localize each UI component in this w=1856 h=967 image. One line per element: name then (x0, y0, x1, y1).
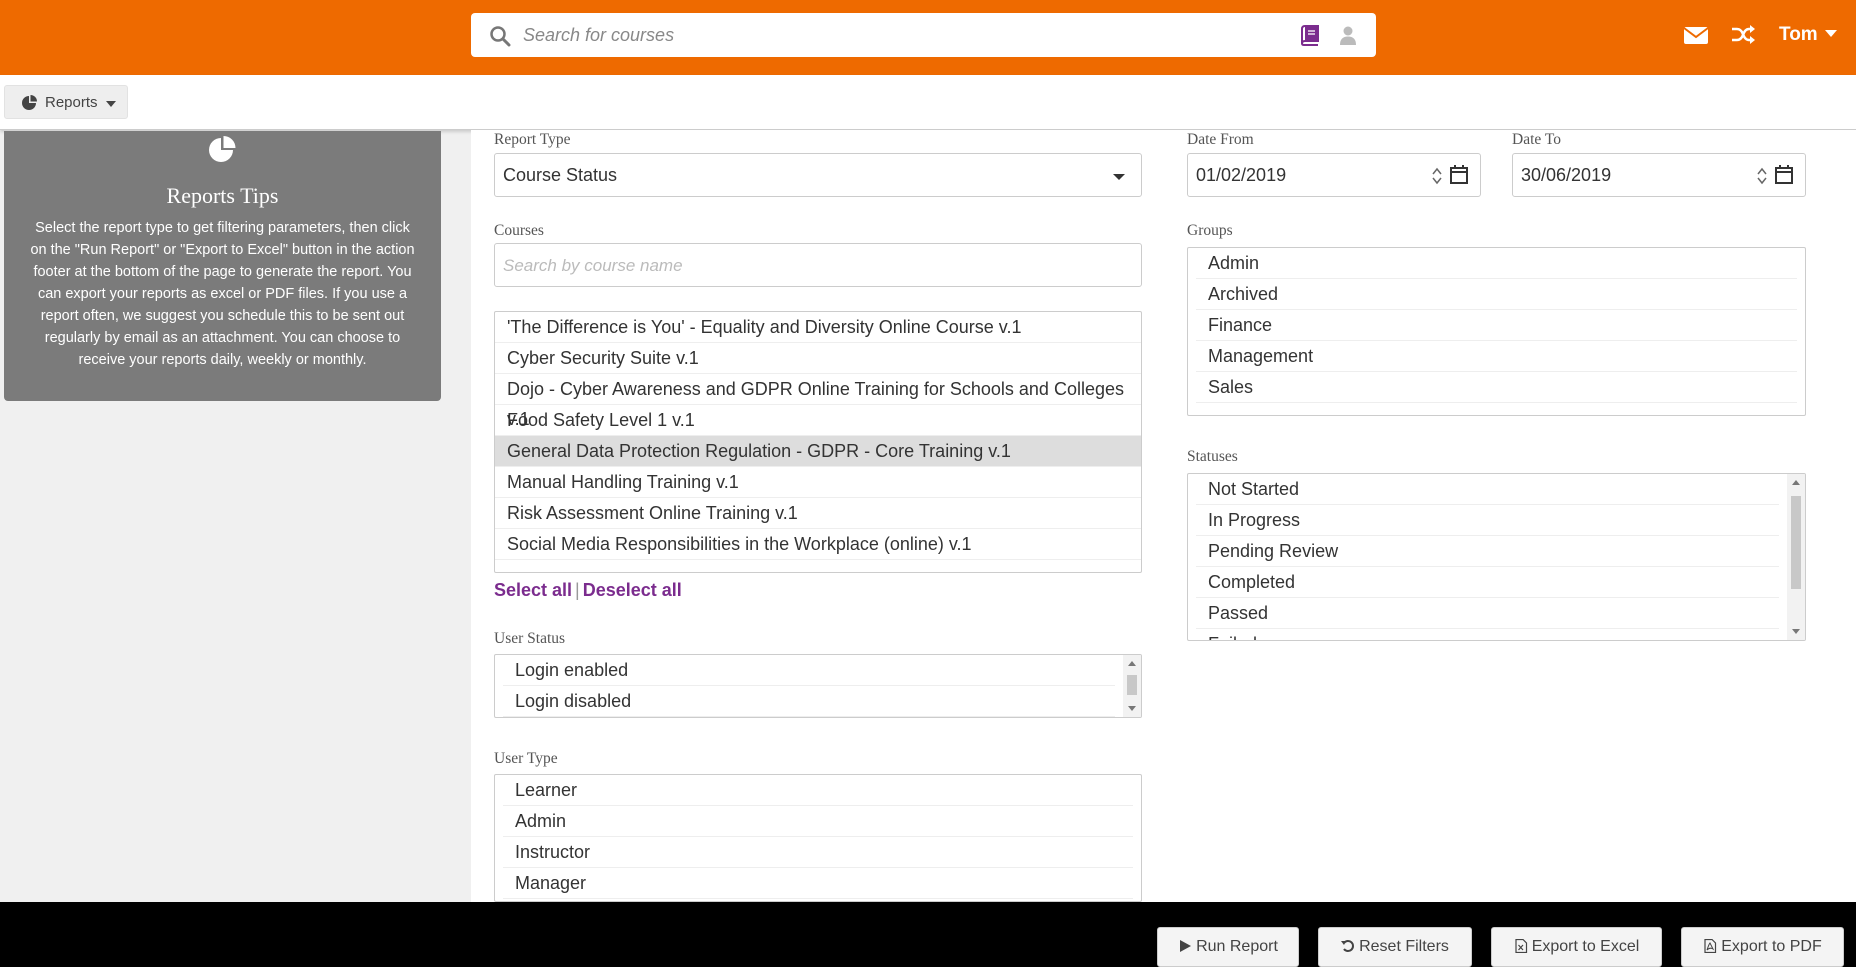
scroll-down-icon[interactable] (1792, 629, 1800, 634)
report-type-label: Report Type (494, 131, 571, 148)
user-type-listbox[interactable]: Learner Admin Instructor Manager (494, 774, 1142, 902)
status-option[interactable]: In Progress (1196, 505, 1779, 536)
calendar-icon[interactable] (1775, 164, 1793, 184)
group-option[interactable]: Management (1196, 341, 1797, 372)
course-option[interactable]: Dojo - Cyber Awareness and GDPR Online T… (495, 374, 1141, 429)
date-to-label: Date To (1512, 131, 1561, 148)
user-type-option[interactable]: Learner (503, 775, 1133, 806)
status-option[interactable]: Not Started (1196, 474, 1779, 505)
user-type-option[interactable]: Manager (503, 868, 1133, 899)
tips-title: Reports Tips (166, 183, 279, 208)
date-to-input[interactable]: 30/06/2019 (1512, 153, 1806, 197)
courses-listbox[interactable]: 'The Difference is You' - Equality and D… (494, 311, 1142, 573)
pie-chart-icon (209, 136, 236, 162)
status-option[interactable]: Pending Review (1196, 536, 1779, 567)
excel-file-icon (1515, 939, 1527, 953)
search-icon (490, 26, 511, 47)
mail-icon[interactable] (1683, 20, 1709, 50)
chevron-down-icon (106, 101, 116, 107)
deselect-all-link[interactable]: Deselect all (583, 580, 682, 600)
calendar-icon[interactable] (1450, 164, 1468, 184)
shuffle-icon[interactable] (1730, 20, 1756, 50)
date-to-value: 30/06/2019 (1521, 165, 1612, 185)
scroll-down-icon[interactable] (1128, 706, 1136, 711)
sub-navigation-bar: Reports (0, 75, 1856, 130)
course-search-box[interactable] (471, 13, 1376, 57)
pdf-file-icon (1704, 939, 1717, 953)
export-excel-button[interactable]: Export to Excel (1491, 927, 1662, 967)
course-option[interactable]: Manual Handling Training v.1 (495, 467, 1141, 498)
course-selection-links: Select all | Deselect all (494, 580, 682, 601)
user-status-label: User Status (494, 630, 566, 647)
course-option[interactable]: Risk Assessment Online Training v.1 (495, 498, 1141, 529)
date-from-input[interactable]: 01/02/2019 (1187, 153, 1481, 197)
statuses-label: Statuses (1187, 448, 1238, 465)
reports-menu-label: Reports (45, 94, 98, 111)
status-option[interactable]: Failed (1196, 629, 1779, 640)
spinner-icon[interactable] (1432, 166, 1442, 186)
book-icon[interactable] (1299, 24, 1321, 46)
user-menu-chevron-down-icon[interactable] (1825, 30, 1837, 37)
export-pdf-button[interactable]: Export to PDF (1681, 927, 1844, 967)
run-report-button[interactable]: Run Report (1157, 927, 1299, 967)
course-name-search-field[interactable] (494, 243, 1142, 287)
run-report-label: Run Report (1196, 938, 1278, 955)
date-from-value: 01/02/2019 (1196, 165, 1287, 185)
play-icon (1180, 940, 1192, 952)
status-option[interactable]: Passed (1196, 598, 1779, 629)
report-type-select[interactable]: Course Status (494, 153, 1142, 197)
action-footer: Run Report Reset Filters Export to Excel… (0, 902, 1856, 967)
reset-filters-label: Reset Filters (1359, 938, 1449, 955)
scrollbar-thumb[interactable] (1127, 675, 1137, 695)
undo-icon (1341, 940, 1355, 952)
course-option[interactable]: 'The Difference is You' - Equality and D… (495, 312, 1141, 343)
user-menu-name[interactable]: Tom (1779, 24, 1818, 46)
course-option[interactable]: Social Media Responsibilities in the Wor… (495, 529, 1141, 560)
scroll-up-icon[interactable] (1792, 480, 1800, 485)
course-option[interactable]: Food Safety Level 1 v.1 (495, 405, 1141, 436)
chevron-down-icon (1113, 174, 1125, 180)
export-excel-label: Export to Excel (1531, 938, 1640, 955)
course-name-search-input[interactable] (503, 254, 1103, 278)
courses-label: Courses (494, 222, 544, 239)
groups-label: Groups (1187, 222, 1233, 239)
spinner-icon[interactable] (1757, 166, 1767, 186)
group-option[interactable]: Admin (1196, 248, 1797, 279)
reset-filters-button[interactable]: Reset Filters (1318, 927, 1472, 967)
tips-text: Select the report type to get filtering … (30, 220, 415, 368)
select-all-link[interactable]: Select all (494, 580, 572, 600)
user-type-option[interactable]: Admin (503, 806, 1133, 837)
top-bar: Tom (0, 0, 1856, 75)
scrollbar-thumb[interactable] (1791, 496, 1801, 589)
group-option[interactable]: Archived (1196, 279, 1797, 310)
user-status-scrollbar[interactable] (1123, 655, 1141, 717)
reports-tips-panel: Reports Tips Select the report type to g… (4, 131, 441, 401)
link-separator: | (575, 580, 580, 600)
group-option[interactable]: Finance (1196, 310, 1797, 341)
scroll-up-icon[interactable] (1128, 661, 1136, 666)
report-type-value: Course Status (503, 165, 618, 185)
user-type-label: User Type (494, 750, 558, 767)
user-status-listbox[interactable]: Login enabled Login disabled (494, 654, 1142, 718)
date-from-label: Date From (1187, 131, 1254, 148)
group-option[interactable]: Sales (1196, 372, 1797, 403)
report-filter-form: Report Type Course Status Date From 01/0… (471, 130, 1856, 902)
pie-chart-icon (22, 95, 37, 110)
export-pdf-label: Export to PDF (1721, 938, 1822, 955)
statuses-listbox[interactable]: Not Started In Progress Pending Review C… (1187, 473, 1806, 641)
course-search-input[interactable] (523, 21, 1283, 49)
groups-listbox[interactable]: Admin Archived Finance Management Sales (1187, 247, 1806, 416)
status-option[interactable]: Completed (1196, 567, 1779, 598)
course-option-selected[interactable]: General Data Protection Regulation - GDP… (495, 436, 1141, 467)
user-icon[interactable] (1337, 24, 1359, 46)
user-status-option[interactable]: Login enabled (503, 655, 1115, 686)
statuses-scrollbar[interactable] (1787, 474, 1805, 640)
user-status-option[interactable]: Login disabled (503, 686, 1115, 717)
course-option[interactable]: Cyber Security Suite v.1 (495, 343, 1141, 374)
user-type-option[interactable]: Instructor (503, 837, 1133, 868)
reports-menu-button[interactable]: Reports (4, 85, 128, 119)
